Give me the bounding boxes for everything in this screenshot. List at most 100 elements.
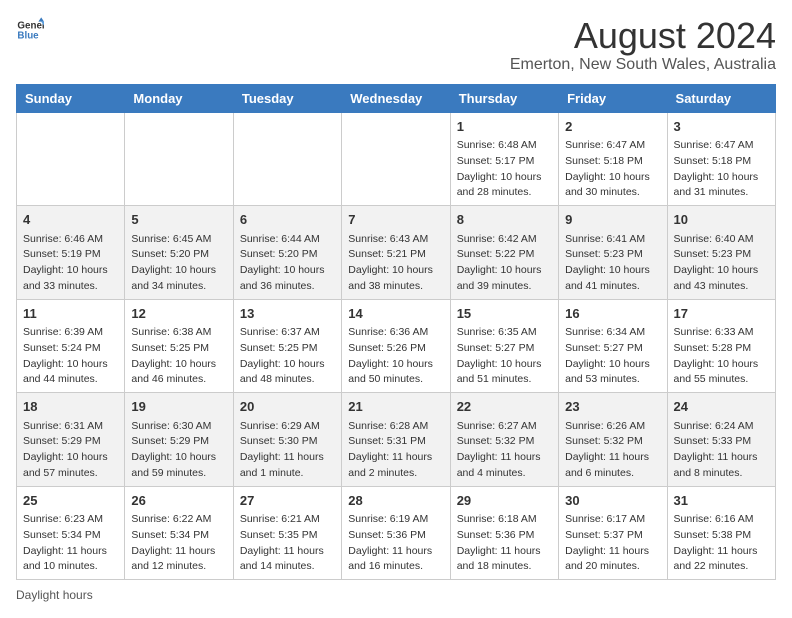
day-number: 3 (674, 117, 769, 137)
day-info: Sunrise: 6:47 AMSunset: 5:18 PMDaylight:… (565, 138, 660, 201)
day-info: Sunrise: 6:41 AMSunset: 5:23 PMDaylight:… (565, 232, 660, 295)
day-number: 29 (457, 491, 552, 511)
day-info: Sunrise: 6:26 AMSunset: 5:32 PMDaylight:… (565, 419, 660, 482)
page-title: August 2024 (510, 16, 776, 56)
calendar-cell: 16Sunrise: 6:34 AMSunset: 5:27 PMDayligh… (559, 299, 667, 393)
day-info: Sunrise: 6:45 AMSunset: 5:20 PMDaylight:… (131, 232, 226, 295)
legend-label: Daylight hours (16, 588, 93, 602)
calendar-cell: 5Sunrise: 6:45 AMSunset: 5:20 PMDaylight… (125, 206, 233, 300)
logo-icon: General Blue (16, 16, 44, 44)
day-number: 22 (457, 397, 552, 417)
calendar-cell: 28Sunrise: 6:19 AMSunset: 5:36 PMDayligh… (342, 486, 450, 580)
calendar-cell: 23Sunrise: 6:26 AMSunset: 5:32 PMDayligh… (559, 393, 667, 487)
day-info: Sunrise: 6:46 AMSunset: 5:19 PMDaylight:… (23, 232, 118, 295)
day-info: Sunrise: 6:30 AMSunset: 5:29 PMDaylight:… (131, 419, 226, 482)
day-number: 17 (674, 304, 769, 324)
day-of-week-header: Tuesday (233, 84, 341, 112)
calendar-cell: 9Sunrise: 6:41 AMSunset: 5:23 PMDaylight… (559, 206, 667, 300)
day-number: 25 (23, 491, 118, 511)
day-number: 2 (565, 117, 660, 137)
day-info: Sunrise: 6:27 AMSunset: 5:32 PMDaylight:… (457, 419, 552, 482)
day-number: 18 (23, 397, 118, 417)
logo: General Blue (16, 16, 44, 44)
calendar-cell: 27Sunrise: 6:21 AMSunset: 5:35 PMDayligh… (233, 486, 341, 580)
day-info: Sunrise: 6:37 AMSunset: 5:25 PMDaylight:… (240, 325, 335, 388)
calendar-week-row: 11Sunrise: 6:39 AMSunset: 5:24 PMDayligh… (17, 299, 776, 393)
day-number: 10 (674, 210, 769, 230)
day-number: 6 (240, 210, 335, 230)
day-number: 16 (565, 304, 660, 324)
calendar-cell: 8Sunrise: 6:42 AMSunset: 5:22 PMDaylight… (450, 206, 558, 300)
calendar-cell: 29Sunrise: 6:18 AMSunset: 5:36 PMDayligh… (450, 486, 558, 580)
day-number: 1 (457, 117, 552, 137)
day-number: 31 (674, 491, 769, 511)
day-of-week-header: Saturday (667, 84, 775, 112)
day-info: Sunrise: 6:39 AMSunset: 5:24 PMDaylight:… (23, 325, 118, 388)
title-area: August 2024 Emerton, New South Wales, Au… (510, 16, 776, 74)
day-info: Sunrise: 6:42 AMSunset: 5:22 PMDaylight:… (457, 232, 552, 295)
calendar-body: 1Sunrise: 6:48 AMSunset: 5:17 PMDaylight… (17, 112, 776, 580)
calendar-header: SundayMondayTuesdayWednesdayThursdayFrid… (17, 84, 776, 112)
calendar-cell (125, 112, 233, 206)
day-of-week-header: Wednesday (342, 84, 450, 112)
day-of-week-header: Friday (559, 84, 667, 112)
page-header: General Blue August 2024 Emerton, New So… (16, 16, 776, 74)
day-info: Sunrise: 6:24 AMSunset: 5:33 PMDaylight:… (674, 419, 769, 482)
calendar-cell (342, 112, 450, 206)
svg-text:Blue: Blue (17, 30, 39, 41)
day-number: 21 (348, 397, 443, 417)
day-info: Sunrise: 6:22 AMSunset: 5:34 PMDaylight:… (131, 512, 226, 575)
day-info: Sunrise: 6:35 AMSunset: 5:27 PMDaylight:… (457, 325, 552, 388)
day-info: Sunrise: 6:48 AMSunset: 5:17 PMDaylight:… (457, 138, 552, 201)
day-of-week-header: Thursday (450, 84, 558, 112)
day-number: 27 (240, 491, 335, 511)
calendar-cell (233, 112, 341, 206)
calendar-cell: 13Sunrise: 6:37 AMSunset: 5:25 PMDayligh… (233, 299, 341, 393)
day-info: Sunrise: 6:47 AMSunset: 5:18 PMDaylight:… (674, 138, 769, 201)
calendar-cell (17, 112, 125, 206)
day-info: Sunrise: 6:17 AMSunset: 5:37 PMDaylight:… (565, 512, 660, 575)
day-number: 4 (23, 210, 118, 230)
day-header-row: SundayMondayTuesdayWednesdayThursdayFrid… (17, 84, 776, 112)
day-info: Sunrise: 6:19 AMSunset: 5:36 PMDaylight:… (348, 512, 443, 575)
calendar-cell: 4Sunrise: 6:46 AMSunset: 5:19 PMDaylight… (17, 206, 125, 300)
day-number: 15 (457, 304, 552, 324)
day-info: Sunrise: 6:43 AMSunset: 5:21 PMDaylight:… (348, 232, 443, 295)
calendar-cell: 22Sunrise: 6:27 AMSunset: 5:32 PMDayligh… (450, 393, 558, 487)
day-info: Sunrise: 6:40 AMSunset: 5:23 PMDaylight:… (674, 232, 769, 295)
day-info: Sunrise: 6:36 AMSunset: 5:26 PMDaylight:… (348, 325, 443, 388)
page-subtitle: Emerton, New South Wales, Australia (510, 56, 776, 74)
calendar-cell: 17Sunrise: 6:33 AMSunset: 5:28 PMDayligh… (667, 299, 775, 393)
calendar-cell: 10Sunrise: 6:40 AMSunset: 5:23 PMDayligh… (667, 206, 775, 300)
calendar-cell: 14Sunrise: 6:36 AMSunset: 5:26 PMDayligh… (342, 299, 450, 393)
day-number: 13 (240, 304, 335, 324)
day-info: Sunrise: 6:44 AMSunset: 5:20 PMDaylight:… (240, 232, 335, 295)
day-number: 23 (565, 397, 660, 417)
calendar-cell: 1Sunrise: 6:48 AMSunset: 5:17 PMDaylight… (450, 112, 558, 206)
day-info: Sunrise: 6:16 AMSunset: 5:38 PMDaylight:… (674, 512, 769, 575)
day-info: Sunrise: 6:34 AMSunset: 5:27 PMDaylight:… (565, 325, 660, 388)
day-of-week-header: Monday (125, 84, 233, 112)
day-info: Sunrise: 6:18 AMSunset: 5:36 PMDaylight:… (457, 512, 552, 575)
day-info: Sunrise: 6:29 AMSunset: 5:30 PMDaylight:… (240, 419, 335, 482)
calendar-cell: 26Sunrise: 6:22 AMSunset: 5:34 PMDayligh… (125, 486, 233, 580)
day-number: 12 (131, 304, 226, 324)
calendar-cell: 12Sunrise: 6:38 AMSunset: 5:25 PMDayligh… (125, 299, 233, 393)
day-number: 28 (348, 491, 443, 511)
day-info: Sunrise: 6:31 AMSunset: 5:29 PMDaylight:… (23, 419, 118, 482)
calendar-cell: 18Sunrise: 6:31 AMSunset: 5:29 PMDayligh… (17, 393, 125, 487)
day-info: Sunrise: 6:38 AMSunset: 5:25 PMDaylight:… (131, 325, 226, 388)
day-number: 8 (457, 210, 552, 230)
day-number: 24 (674, 397, 769, 417)
calendar-cell: 3Sunrise: 6:47 AMSunset: 5:18 PMDaylight… (667, 112, 775, 206)
day-number: 20 (240, 397, 335, 417)
day-number: 7 (348, 210, 443, 230)
day-number: 14 (348, 304, 443, 324)
calendar-cell: 19Sunrise: 6:30 AMSunset: 5:29 PMDayligh… (125, 393, 233, 487)
day-of-week-header: Sunday (17, 84, 125, 112)
calendar-cell: 2Sunrise: 6:47 AMSunset: 5:18 PMDaylight… (559, 112, 667, 206)
calendar-cell: 25Sunrise: 6:23 AMSunset: 5:34 PMDayligh… (17, 486, 125, 580)
legend: Daylight hours (16, 588, 776, 602)
calendar-cell: 11Sunrise: 6:39 AMSunset: 5:24 PMDayligh… (17, 299, 125, 393)
day-info: Sunrise: 6:23 AMSunset: 5:34 PMDaylight:… (23, 512, 118, 575)
